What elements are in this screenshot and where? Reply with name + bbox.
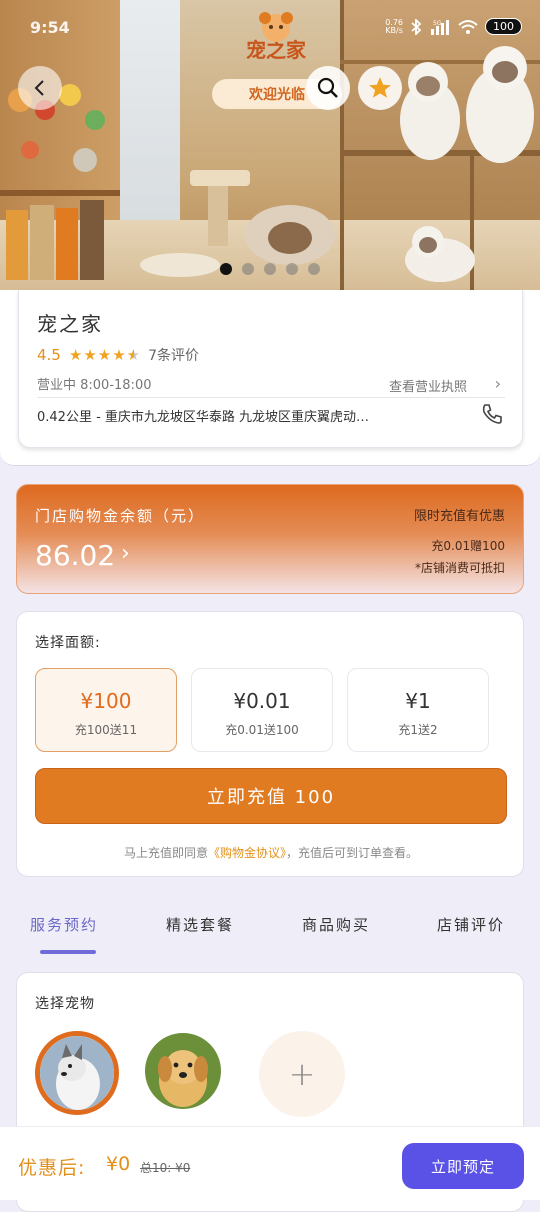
golden-puppy-photo <box>145 1033 221 1109</box>
original-price: 总10: ¥0 <box>140 1161 191 1175</box>
amount-bonus: 充100送11 <box>74 723 138 737</box>
balance-promo: 限时充值有优惠 <box>413 509 505 524</box>
business-hours-row: 营业中 8:00-18:00 查看营业执照 › <box>37 374 505 398</box>
amount-price: ¥0.01 <box>233 689 291 713</box>
net-speed: 0.76 KB/s <box>385 17 403 35</box>
business-hours: 营业中 8:00-18:00 <box>37 378 152 393</box>
star-icon: ★ <box>112 346 126 364</box>
phone-icon[interactable] <box>480 402 504 426</box>
star-icon: ★ <box>97 346 112 364</box>
status-time: 9:54 <box>30 18 70 37</box>
discount-label: 优惠后: <box>18 1157 86 1179</box>
store-name: 宠之家 <box>37 312 103 336</box>
agreement-text: 马上充值即同意《购物金协议》，充值后可到订单查看。 <box>17 844 525 861</box>
amount-option[interactable]: ¥100 充100送11 <box>35 668 177 752</box>
tab-packages[interactable]: 精选套餐 <box>166 914 234 935</box>
review-count: 7条评价 <box>148 348 200 364</box>
balance-note: *店铺消费可抵扣 <box>414 561 505 575</box>
pet-select-title: 选择宠物 <box>35 996 95 1012</box>
wifi-icon <box>458 19 478 34</box>
carousel-dot[interactable] <box>242 263 254 275</box>
half-star-icon: ★ <box>126 346 141 364</box>
add-pet-button[interactable]: + <box>259 1031 345 1117</box>
pet-avatar[interactable] <box>145 1033 221 1109</box>
star-icon: ★ <box>68 346 83 364</box>
book-now-button[interactable]: 立即预定 <box>402 1143 524 1189</box>
chevron-left-icon <box>34 80 44 96</box>
tab-reviews[interactable]: 店铺评价 <box>437 914 505 935</box>
topup-label: 选择面额: <box>35 635 101 651</box>
search-button[interactable] <box>306 66 350 110</box>
cellular-signal-icon: 5G <box>431 19 449 35</box>
carousel-dot[interactable] <box>308 263 320 275</box>
amount-bonus: 充1送2 <box>398 723 438 737</box>
amount-bonus: 充0.01送100 <box>225 723 299 737</box>
active-tab-indicator <box>40 950 96 954</box>
recharge-button[interactable]: 立即充值 100 <box>35 768 507 824</box>
chevron-right-icon[interactable]: › <box>121 541 130 566</box>
chevron-right-icon[interactable]: › <box>495 374 501 393</box>
carousel-dot[interactable] <box>264 263 276 275</box>
bluetooth-icon <box>411 18 422 35</box>
husky-photo <box>40 1036 114 1110</box>
balance-title: 门店购物金余额（元） <box>35 507 206 525</box>
pet-avatar[interactable] <box>35 1031 119 1115</box>
favorite-button[interactable] <box>358 66 402 110</box>
store-info-card: 宠之家 4.5 ★ ★ ★ ★ ★ 7条评价 营业中 8:00-18:00 查看… <box>18 290 523 448</box>
store-info-panel: 宠之家 4.5 ★ ★ ★ ★ ★ 7条评价 营业中 8:00-18:00 查看… <box>0 290 540 466</box>
agreement-prefix: 马上充值即同意 <box>123 846 208 860</box>
rating-stars: ★ ★ ★ ★ ★ <box>69 346 140 364</box>
rating-row[interactable]: 4.5 ★ ★ ★ ★ ★ 7条评价 <box>37 345 199 365</box>
status-bar: 9:54 0.76 KB/s 5G 100 <box>0 12 540 52</box>
carousel-dots[interactable] <box>220 263 320 275</box>
amount-price: ¥100 <box>80 689 132 713</box>
store-address[interactable]: 0.42公里 - 重庆市九龙坡区华泰路 九龙坡区重庆翼虎动… <box>37 406 477 425</box>
amount-option[interactable]: ¥0.01 充0.01送100 <box>191 668 333 752</box>
status-icons: 0.76 KB/s 5G 100 <box>385 18 522 35</box>
rating-value: 4.5 <box>37 346 61 364</box>
plus-icon: + <box>288 1055 316 1093</box>
carousel-dot[interactable] <box>220 263 232 275</box>
agreement-link[interactable]: 《购物金协议》 <box>208 846 286 860</box>
agreement-suffix: ，充值后可到订单查看。 <box>286 846 419 860</box>
tab-service-booking[interactable]: 服务预约 <box>30 914 98 935</box>
star-icon: ★ <box>83 346 97 364</box>
amount-price: ¥1 <box>405 689 431 713</box>
balance-card[interactable]: 门店购物金余额（元） 86.02 › 限时充值有优惠 充0.01赠100 *店铺… <box>16 484 524 594</box>
search-icon <box>317 77 338 98</box>
back-button[interactable] <box>18 66 62 110</box>
license-link[interactable]: 查看营业执照 <box>389 376 467 395</box>
carousel-dot[interactable] <box>286 263 298 275</box>
balance-amount: 86.02 <box>35 539 116 572</box>
tab-products[interactable]: 商品购买 <box>302 914 370 935</box>
bottom-action-bar: 优惠后: ¥0 总10: ¥0 立即预定 <box>0 1126 540 1200</box>
balance-offer: 充0.01赠100 <box>431 539 505 553</box>
svg-text:5G: 5G <box>433 20 442 27</box>
battery-indicator: 100 <box>485 18 522 35</box>
discount-price: ¥0 <box>106 1153 131 1175</box>
topup-card: 选择面额: ¥100 充100送11 ¥0.01 充0.01送100 ¥1 充1… <box>16 611 524 877</box>
amount-option[interactable]: ¥1 充1送2 <box>347 668 489 752</box>
section-tabs: 服务预约 精选套餐 商品购买 店铺评价 <box>0 910 540 960</box>
star-icon <box>369 77 391 98</box>
